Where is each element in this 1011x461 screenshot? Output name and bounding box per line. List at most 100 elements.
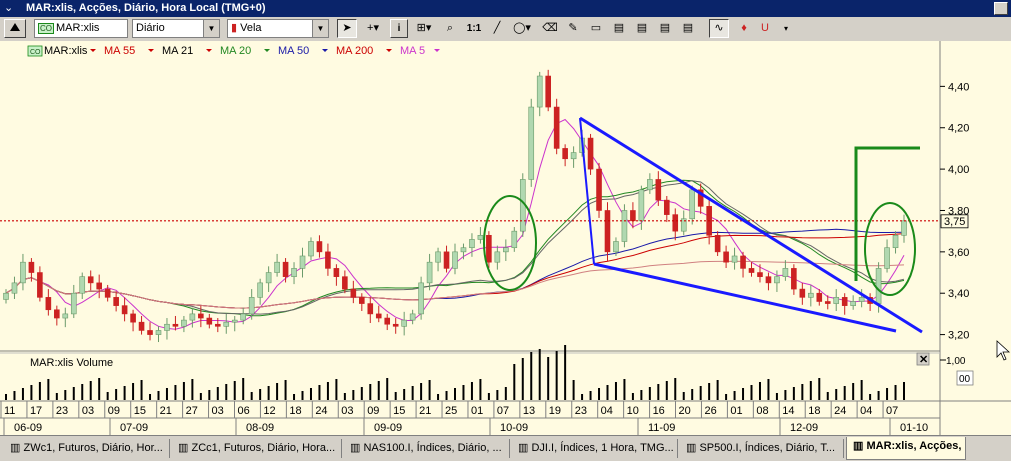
candle-body [418,282,424,315]
indicator-button-2[interactable]: ▤ [632,19,652,38]
candle-body [113,297,119,306]
candle-body [248,297,255,315]
candle-body [172,323,179,327]
time-axis-day: 18 [808,405,820,417]
chart-window-icon: ▤ [659,22,671,34]
magnet-button[interactable]: U [756,19,774,38]
candle-body [20,261,26,284]
candle-body [121,305,128,315]
time-axis-day: 07 [886,405,898,417]
line-tool-button[interactable]: ╱ [488,19,506,38]
time-axis-month: 12-09 [790,422,818,434]
legend-item[interactable]: MA 200 [336,45,373,57]
candle-body [469,239,475,249]
toolbar-overflow-button[interactable]: ▾ [780,19,792,38]
legend-item[interactable]: MA 5 [400,45,425,57]
ratio-button[interactable]: 1:1 [463,19,485,38]
candle-body [621,210,628,242]
chevron-down-icon: ▼ [312,20,328,37]
candle-body [45,297,52,311]
maximize-button[interactable] [994,2,1008,15]
candle-body [443,251,450,269]
candle-body [647,179,653,191]
candle-body [265,272,272,284]
candle-body [367,303,374,315]
candle-body [570,152,577,160]
indicator-button-3[interactable]: ▤ [655,19,675,38]
time-axis-day: 09 [108,405,120,417]
time-axis-day: 03 [341,405,353,417]
window-menu-icon[interactable]: ⌄ [4,1,13,14]
legend-item[interactable]: MA 21 [162,45,193,57]
period-select[interactable]: Diário ▼ [132,19,220,38]
shape-tool-button[interactable]: ◯▾ [509,19,535,38]
candle-body [765,276,772,284]
legend-item[interactable]: MA 20 [220,45,251,57]
candle-body [596,168,602,211]
tab-zcc1[interactable]: ▥ ZCc1, Futuros, Diário, Hora... [172,439,342,458]
legend-item[interactable]: MAR:xlis [44,45,88,57]
tab-zwc1[interactable]: ▥ ZWc1, Futuros, Diário, Hor... [4,439,170,458]
chart-type-select[interactable]: ▮ Vela ▼ [227,19,329,38]
grid-tool-button[interactable]: ⊞▾ [411,19,437,38]
candle-body [104,288,111,298]
candle-body [62,313,69,319]
collapse-up-button[interactable] [4,19,26,38]
legend-item[interactable]: MA 50 [278,45,309,57]
symbol-type-badge: CO [38,23,54,34]
chart-area[interactable]: 4,40 4,20 4,00 3,80 3,60 3,40 3,20 3,75 CO MAR… [0,41,1011,435]
candle-body [164,323,170,331]
tab-label: DJI.I, Índices, 1 Hora, TMG... [531,442,674,454]
crosshair-icon: +▾ [367,22,379,34]
candle-body [824,301,831,304]
candle-body [613,241,619,253]
tab-nas100[interactable]: ▥ NAS100.I, Índices, Diário, ... [344,439,510,458]
candle-body [536,75,543,108]
legend-item[interactable]: MA 55 [104,45,135,57]
time-axis-day: 15 [134,405,146,417]
pencil-icon: ✎ [568,22,578,34]
time-axis-day: 21 [160,405,172,417]
time-axis-day: 12 [263,405,275,417]
candle-body [486,235,492,263]
eraser-button[interactable]: ⌫ [540,19,560,38]
symbol-badge-text: CO [30,49,41,56]
pin-icon: ♦ [741,22,747,34]
pin-button[interactable]: ♦ [735,19,753,38]
time-axis-month: 01-10 [900,422,928,434]
tab-mar-xlis[interactable]: ▥ MAR:xlis, Acções, [846,437,966,460]
symbol-field[interactable]: CO MAR:xlis [34,19,128,38]
text-tool-button[interactable]: ▭ [586,19,606,38]
tab-dji[interactable]: ▥ DJI.I, Índices, 1 Hora, TMG... [512,439,678,458]
chart-tab-icon: ▥ [518,442,529,454]
time-axis-day: 01 [471,405,483,417]
info-tool-button[interactable]: i [390,19,408,38]
zoom-button[interactable]: ⌕ [440,19,460,38]
volume-axis-label: 1,00 [946,356,966,367]
indicator-button-1[interactable]: ▤ [609,19,629,38]
candle-body [808,292,814,298]
indicator-button-4[interactable]: ▤ [678,19,698,38]
crosshair-tool-button[interactable]: +▾ [360,19,386,38]
pointer-tool-button[interactable]: ➤ [337,19,357,38]
time-axis-day: 21 [419,405,431,417]
candle-body [3,292,9,300]
chart-canvas[interactable]: 4,404,204,003,803,603,403,20 3,75 CO MAR… [0,41,1011,435]
candle-body [740,255,746,269]
candle-body [359,297,365,304]
wave-tool-button[interactable]: ∿ [709,19,729,38]
candle-body [291,268,297,277]
time-axis-day: 23 [56,405,68,417]
time-axis-day: 09 [367,405,379,417]
time-axis-day: 19 [549,405,561,417]
candle-body [426,261,433,284]
window-titlebar: ⌄ MAR:xlis, Acções, Diário, Hora Local (… [0,0,1011,17]
price-axis-label: 3,60 [948,247,969,259]
time-axis-month: 11-09 [648,422,675,434]
chart-tabs: ▥ ZWc1, Futuros, Diário, Hor... ▥ ZCc1, … [0,435,1011,461]
period-value: Diário [136,22,165,34]
tab-sp500[interactable]: ▥ SP500.I, Índices, Diário, T... [680,439,844,458]
candle-body [689,189,696,220]
pencil-button[interactable]: ✎ [563,19,583,38]
time-axis-day: 11 [4,405,15,417]
